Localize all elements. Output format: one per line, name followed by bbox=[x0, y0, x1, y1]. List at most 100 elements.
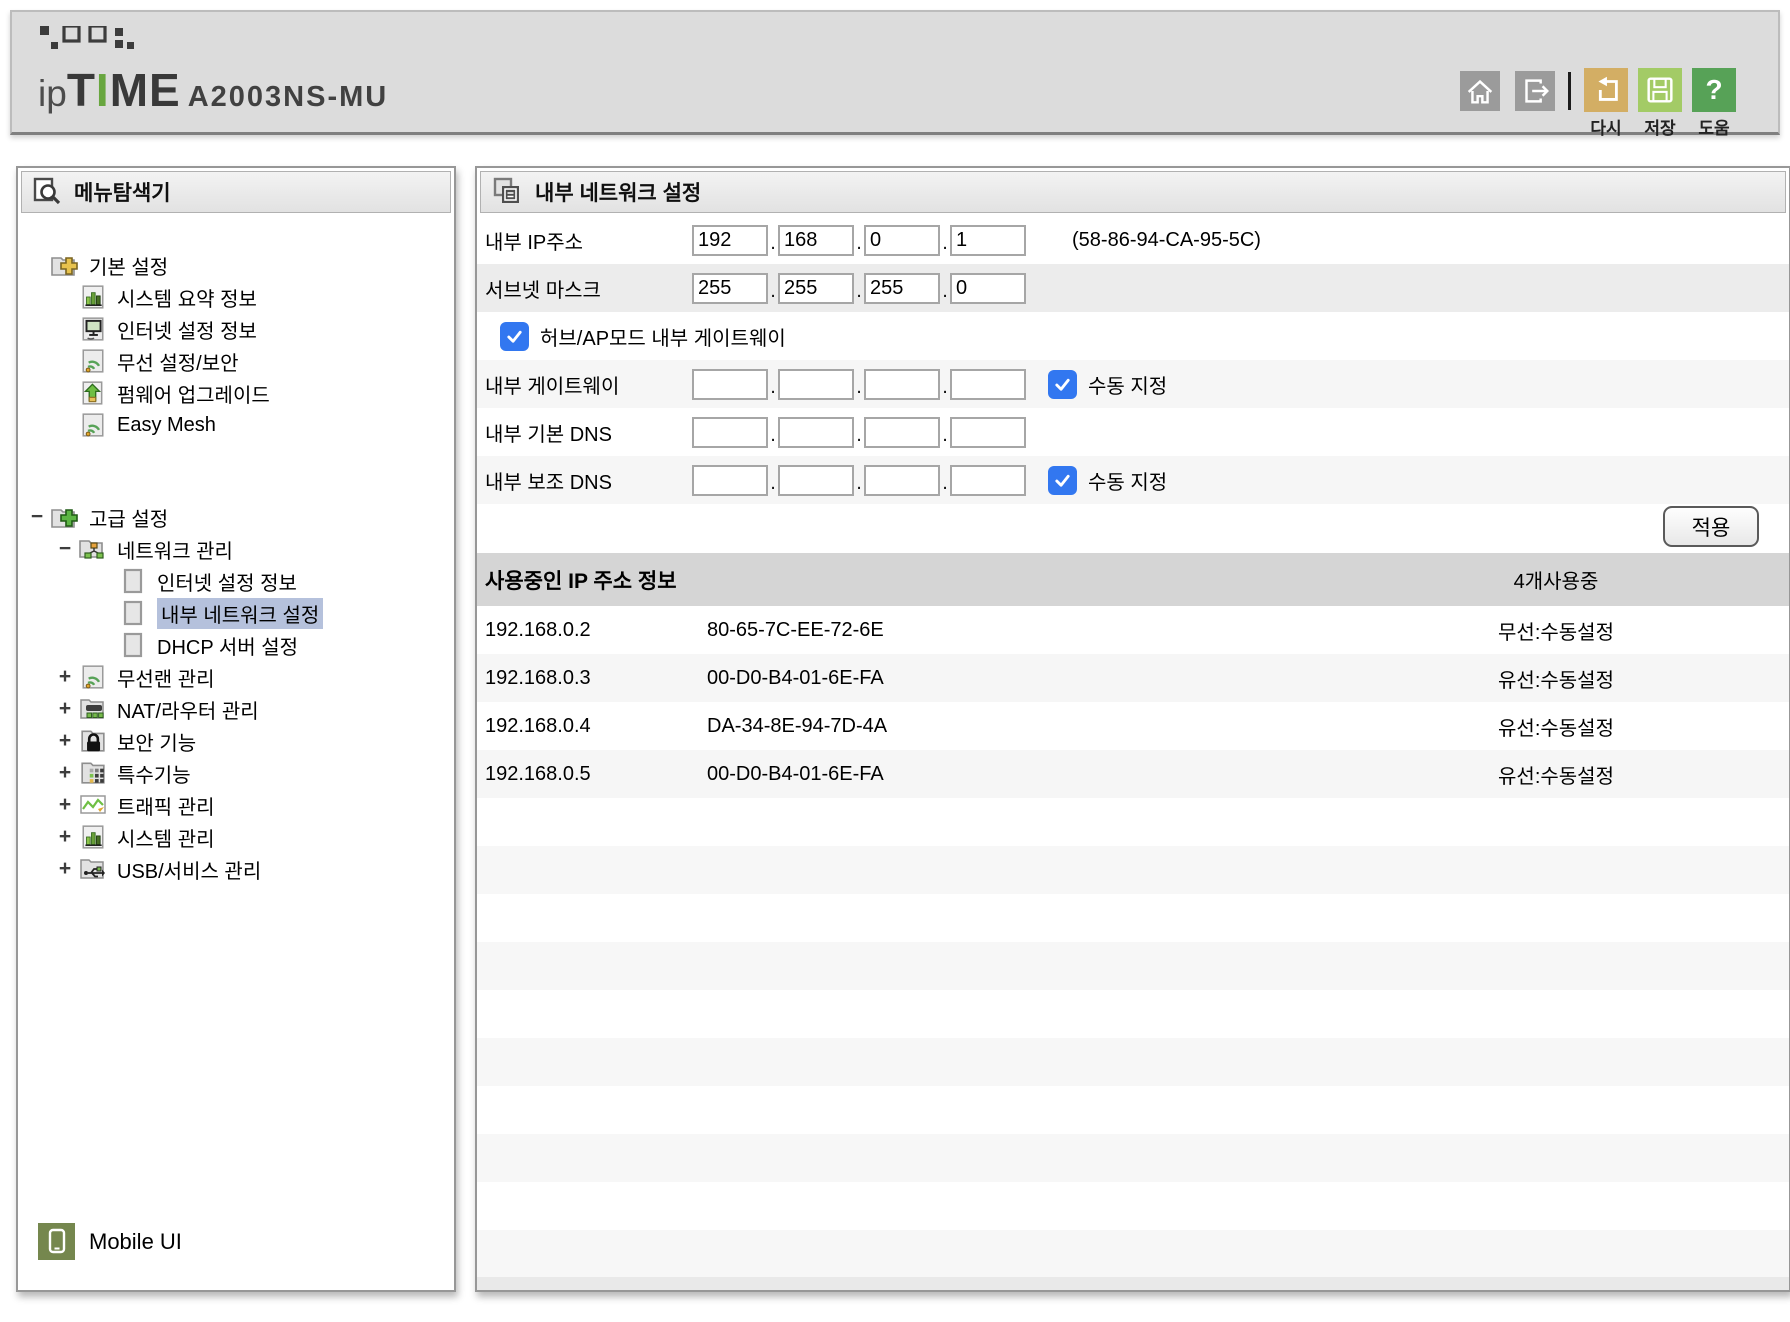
tree-item-label-selected: 내부 네트워크 설정 bbox=[157, 598, 323, 629]
network-nodes-icon bbox=[78, 535, 108, 563]
logout-button[interactable] bbox=[1515, 71, 1555, 111]
tree-item-internet-info[interactable]: 인터넷 설정 정보 bbox=[18, 313, 454, 345]
mobile-ui-label: Mobile UI bbox=[89, 1229, 182, 1255]
tree-item-label: 무선 설정/보안 bbox=[117, 347, 239, 376]
sidebar: 메뉴탐색기 기본 설정 bbox=[16, 166, 456, 1292]
expand-expander[interactable]: + bbox=[52, 729, 78, 753]
dns1-octet-1[interactable] bbox=[692, 417, 768, 448]
subnet-octet-1[interactable] bbox=[692, 273, 768, 304]
tree-item-traffic-mgmt[interactable]: + 트래픽 관리 bbox=[18, 789, 454, 821]
logo-pixel-mark bbox=[38, 26, 146, 52]
hub-ap-mode-row: 허브/AP모드 내부 게이트웨이 bbox=[477, 312, 1789, 360]
tree-item-internal-network-settings[interactable]: 내부 네트워크 설정 bbox=[18, 597, 454, 629]
tree-item-internet-settings-info[interactable]: 인터넷 설정 정보 bbox=[18, 565, 454, 597]
tree-item-advanced-setup[interactable]: − 고급 설정 bbox=[18, 501, 454, 533]
gateway-manual-checkbox[interactable] bbox=[1048, 370, 1077, 399]
brand-i-green: I bbox=[96, 64, 110, 116]
tree-item-label: DHCP 서버 설정 bbox=[157, 631, 298, 660]
ip-octet-2[interactable] bbox=[778, 225, 854, 256]
subnet-mask-inputs: . . . bbox=[692, 273, 1026, 304]
dns2-octet-2[interactable] bbox=[778, 465, 854, 496]
gateway-manual-group: 수동 지정 bbox=[1048, 370, 1167, 399]
menu-explorer-icon bbox=[32, 177, 62, 207]
apply-button[interactable]: 적용 bbox=[1663, 506, 1759, 547]
ip-octet-1[interactable] bbox=[692, 225, 768, 256]
tree-item-usb-service-mgmt[interactable]: + USB/서비스 관리 bbox=[18, 853, 454, 885]
tree-item-label: 특수기능 bbox=[117, 759, 191, 788]
copy-pages-icon bbox=[491, 176, 523, 208]
ip-octet-4[interactable] bbox=[950, 225, 1026, 256]
dns1-octet-2[interactable] bbox=[778, 417, 854, 448]
subnet-mask-row: 서브넷 마스크 . . . bbox=[477, 264, 1789, 312]
dns1-octet-3[interactable] bbox=[864, 417, 940, 448]
row-mac: 80-65-7C-EE-72-6E bbox=[707, 619, 1451, 642]
expand-expander[interactable]: + bbox=[52, 761, 78, 785]
dns2-manual-checkbox[interactable] bbox=[1048, 466, 1077, 495]
router-mac-hint: (58-86-94-CA-95-5C) bbox=[1072, 229, 1261, 252]
main-title: 내부 네트워크 설정 bbox=[535, 177, 701, 207]
primary-dns-row: 내부 기본 DNS . . . bbox=[477, 408, 1789, 456]
gateway-manual-label: 수동 지정 bbox=[1088, 370, 1167, 399]
tree-item-security[interactable]: + 보안 기능 bbox=[18, 725, 454, 757]
tree-item-system-summary[interactable]: 시스템 요약 정보 bbox=[18, 281, 454, 313]
expand-expander[interactable]: + bbox=[52, 825, 78, 849]
subnet-octet-3[interactable] bbox=[864, 273, 940, 304]
dns2-manual-label: 수동 지정 bbox=[1088, 466, 1167, 495]
gateway-octet-4[interactable] bbox=[950, 369, 1026, 400]
tree-item-easy-mesh[interactable]: Easy Mesh bbox=[18, 409, 454, 441]
octet-separator: . bbox=[940, 424, 950, 448]
row-ip: 192.168.0.5 bbox=[485, 763, 707, 786]
tree-item-wlan-mgmt[interactable]: + 무선랜 관리 bbox=[18, 661, 454, 693]
collapse-expander[interactable]: − bbox=[24, 505, 50, 529]
check-icon bbox=[505, 327, 524, 346]
subnet-octet-4[interactable] bbox=[950, 273, 1026, 304]
tree-item-special-functions[interactable]: + 특수기능 bbox=[18, 757, 454, 789]
row-status: 무선:수동설정 bbox=[1451, 616, 1661, 645]
router-icon bbox=[78, 695, 108, 723]
tree-item-dhcp-server[interactable]: DHCP 서버 설정 bbox=[18, 629, 454, 661]
octet-separator: . bbox=[768, 472, 778, 496]
expand-expander[interactable]: + bbox=[52, 665, 78, 689]
octet-separator: . bbox=[854, 232, 864, 256]
gateway-octet-2[interactable] bbox=[778, 369, 854, 400]
tree-item-label: Easy Mesh bbox=[117, 414, 216, 437]
ip-octet-3[interactable] bbox=[864, 225, 940, 256]
home-button[interactable] bbox=[1460, 71, 1500, 111]
help-button[interactable]: ? 도움 bbox=[1691, 68, 1737, 139]
tree-item-system-mgmt[interactable]: + 시스템 관리 bbox=[18, 821, 454, 853]
row-mac: DA-34-8E-94-7D-4A bbox=[707, 715, 1451, 738]
secondary-dns-label: 내부 보조 DNS bbox=[485, 466, 692, 495]
hub-ap-checkbox[interactable] bbox=[500, 322, 529, 351]
dns2-octet-3[interactable] bbox=[864, 465, 940, 496]
primary-dns-label: 내부 기본 DNS bbox=[485, 418, 692, 447]
dns1-octet-4[interactable] bbox=[950, 417, 1026, 448]
tree-item-nat-router-mgmt[interactable]: + NAT/라우터 관리 bbox=[18, 693, 454, 725]
logout-icon bbox=[1518, 74, 1552, 108]
gateway-octet-1[interactable] bbox=[692, 369, 768, 400]
expand-expander[interactable]: + bbox=[52, 857, 78, 881]
gateway-octet-3[interactable] bbox=[864, 369, 940, 400]
menu-tree: 기본 설정 시스템 요약 정보 bbox=[18, 216, 454, 1290]
tree-item-basic-setup[interactable]: 기본 설정 bbox=[18, 249, 454, 281]
page-icon bbox=[118, 599, 148, 627]
apply-row: 적용 bbox=[477, 504, 1789, 553]
tree-item-label: 보안 기능 bbox=[117, 727, 196, 756]
tree-item-firmware-upgrade[interactable]: 펌웨어 업그레이드 bbox=[18, 377, 454, 409]
collapse-expander[interactable]: − bbox=[52, 537, 78, 561]
octet-separator: . bbox=[768, 232, 778, 256]
secondary-dns-inputs: . . . bbox=[692, 465, 1026, 496]
mobile-ui-link[interactable]: Mobile UI bbox=[38, 1223, 182, 1260]
secondary-dns-row: 내부 보조 DNS . . . 수동 지정 bbox=[477, 456, 1789, 504]
dns2-octet-4[interactable] bbox=[950, 465, 1026, 496]
octet-separator: . bbox=[768, 424, 778, 448]
redo-label: 다시 bbox=[1583, 114, 1629, 139]
expand-expander[interactable]: + bbox=[52, 697, 78, 721]
subnet-octet-2[interactable] bbox=[778, 273, 854, 304]
tree-item-wireless-security[interactable]: 무선 설정/보안 bbox=[18, 345, 454, 377]
row-status: 유선:수동설정 bbox=[1451, 760, 1661, 789]
tree-item-network-mgmt[interactable]: − 네트워크 관리 bbox=[18, 533, 454, 565]
dns2-octet-1[interactable] bbox=[692, 465, 768, 496]
save-button[interactable]: 저장 bbox=[1637, 68, 1683, 139]
redo-button[interactable]: 다시 bbox=[1583, 68, 1629, 139]
expand-expander[interactable]: + bbox=[52, 793, 78, 817]
